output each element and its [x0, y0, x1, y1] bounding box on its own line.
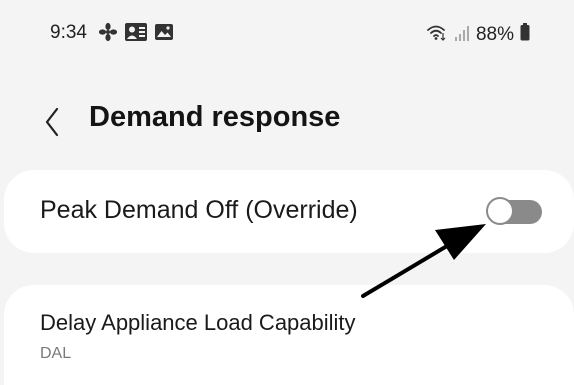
- app-bar: Demand response: [0, 96, 574, 146]
- status-time: 9:34: [50, 22, 87, 43]
- notification-icons: [98, 22, 174, 47]
- contact-card-icon: [124, 22, 148, 47]
- battery-percent: 88%: [475, 23, 514, 45]
- gallery-icon: [154, 22, 174, 47]
- pinwheel-icon: [98, 22, 118, 47]
- battery-icon: [520, 23, 530, 46]
- delay-appliance-setting[interactable]: Delay Appliance Load Capability DAL: [4, 285, 574, 385]
- delay-appliance-label: Delay Appliance Load Capability: [40, 310, 356, 335]
- signal-icon: [454, 23, 470, 46]
- wifi-icon: [426, 22, 448, 47]
- toggle-thumb: [486, 197, 514, 225]
- peak-demand-setting[interactable]: Peak Demand Off (Override): [4, 170, 574, 253]
- back-button[interactable]: [38, 102, 66, 142]
- peak-demand-toggle[interactable]: [486, 197, 542, 226]
- peak-demand-label: Peak Demand Off (Override): [40, 196, 358, 224]
- chevron-left-icon: [45, 107, 59, 137]
- page-title: Demand response: [89, 101, 341, 133]
- delay-appliance-sublabel: DAL: [40, 345, 72, 362]
- system-icons: 88%: [426, 22, 530, 47]
- status-bar: 9:34 88%: [0, 0, 574, 66]
